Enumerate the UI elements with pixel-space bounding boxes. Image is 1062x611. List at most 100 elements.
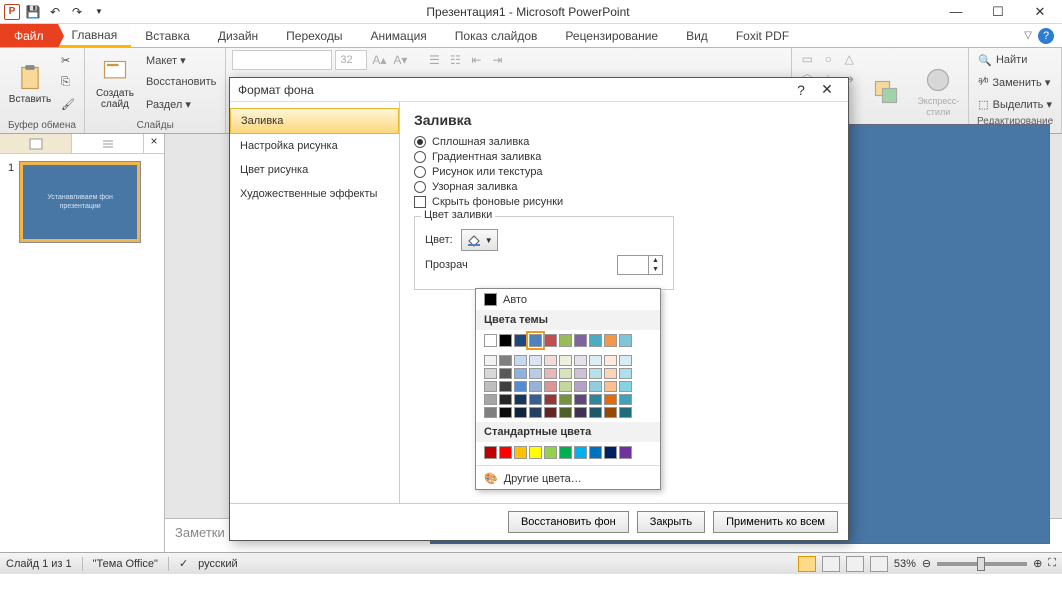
tint-swatch[interactable]: [529, 381, 542, 392]
tint-swatch[interactable]: [484, 368, 497, 379]
tint-swatch[interactable]: [619, 394, 632, 405]
paste-button[interactable]: Вставить: [6, 50, 54, 118]
tint-swatch[interactable]: [559, 381, 572, 392]
indent-dec-icon[interactable]: ⇤: [467, 51, 485, 69]
redo-icon[interactable]: ↷: [68, 3, 86, 21]
font-combo[interactable]: [232, 50, 332, 70]
tint-swatch[interactable]: [619, 355, 632, 366]
zoom-out-icon[interactable]: ⊖: [922, 557, 931, 570]
panel-close-icon[interactable]: ×: [144, 134, 164, 153]
status-language[interactable]: русский: [198, 558, 237, 570]
select-button[interactable]: ⬚Выделить ▾: [975, 94, 1055, 114]
minimize-button[interactable]: —: [944, 2, 968, 22]
dialog-help-icon[interactable]: ?: [788, 82, 814, 98]
indent-inc-icon[interactable]: ⇥: [488, 51, 506, 69]
tab-review[interactable]: Рецензирование: [551, 24, 672, 47]
theme-color-swatch[interactable]: [559, 334, 572, 347]
outline-tab[interactable]: [72, 134, 144, 153]
arrange-button[interactable]: [862, 50, 910, 133]
tint-swatch[interactable]: [589, 355, 602, 366]
cut-button[interactable]: ✂: [58, 50, 78, 70]
theme-color-swatch[interactable]: [619, 334, 632, 347]
theme-color-swatch[interactable]: [574, 334, 587, 347]
tint-swatch[interactable]: [529, 355, 542, 366]
tint-swatch[interactable]: [559, 355, 572, 366]
tint-swatch[interactable]: [529, 368, 542, 379]
zoom-slider[interactable]: [937, 562, 1027, 566]
tint-swatch[interactable]: [619, 381, 632, 392]
opt-pattern[interactable]: Узорная заливка: [414, 181, 834, 193]
reading-view-button[interactable]: [846, 556, 864, 572]
help-icon[interactable]: ?: [1038, 28, 1054, 44]
std-color-swatch[interactable]: [574, 446, 587, 459]
zoom-in-icon[interactable]: ⊕: [1033, 557, 1042, 570]
theme-color-swatch[interactable]: [484, 334, 497, 347]
replace-button[interactable]: ᵃ⁄ᵇЗаменить ▾: [975, 72, 1055, 92]
layout-button[interactable]: Макет ▾: [143, 50, 219, 70]
std-color-swatch[interactable]: [559, 446, 572, 459]
tint-swatch[interactable]: [544, 407, 557, 418]
tint-swatch[interactable]: [499, 368, 512, 379]
file-tab[interactable]: Файл: [0, 24, 58, 47]
tab-insert[interactable]: Вставка: [131, 24, 204, 47]
tint-swatch[interactable]: [589, 381, 602, 392]
maximize-button[interactable]: ☐: [986, 2, 1010, 22]
cat-picture-color[interactable]: Цвет рисунка: [230, 158, 399, 182]
opt-solid[interactable]: Сплошная заливка: [414, 136, 834, 148]
numbering-icon[interactable]: ☷: [446, 51, 464, 69]
reset-bg-button[interactable]: Восстановить фон: [508, 511, 629, 533]
tint-swatch[interactable]: [514, 355, 527, 366]
tint-swatch[interactable]: [589, 368, 602, 379]
tab-slideshow[interactable]: Показ слайдов: [441, 24, 552, 47]
spellcheck-icon[interactable]: ✓: [179, 557, 188, 570]
bullets-icon[interactable]: ☰: [425, 51, 443, 69]
tint-swatch[interactable]: [604, 407, 617, 418]
std-color-swatch[interactable]: [604, 446, 617, 459]
theme-color-swatch[interactable]: [544, 334, 557, 347]
tint-swatch[interactable]: [514, 407, 527, 418]
tint-swatch[interactable]: [499, 355, 512, 366]
std-color-swatch[interactable]: [529, 446, 542, 459]
std-color-swatch[interactable]: [589, 446, 602, 459]
tab-home[interactable]: Главная: [58, 24, 132, 47]
color-picker-button[interactable]: ▼: [461, 229, 498, 251]
zoom-value[interactable]: 53%: [894, 558, 916, 570]
copy-button[interactable]: ⎘: [58, 72, 78, 92]
tint-swatch[interactable]: [604, 394, 617, 405]
dialog-close-icon[interactable]: ✕: [814, 81, 840, 98]
opt-gradient[interactable]: Градиентная заливка: [414, 151, 834, 163]
std-color-swatch[interactable]: [544, 446, 557, 459]
theme-color-swatch[interactable]: [589, 334, 602, 347]
more-colors[interactable]: 🎨 Другие цвета…: [476, 468, 660, 489]
tint-swatch[interactable]: [604, 355, 617, 366]
tint-swatch[interactable]: [574, 381, 587, 392]
sorter-view-button[interactable]: [822, 556, 840, 572]
tint-swatch[interactable]: [529, 407, 542, 418]
color-auto[interactable]: Авто: [476, 289, 660, 310]
cat-fill[interactable]: Заливка: [230, 108, 399, 134]
cat-picture-corrections[interactable]: Настройка рисунка: [230, 134, 399, 158]
tint-swatch[interactable]: [499, 394, 512, 405]
tint-swatch[interactable]: [574, 407, 587, 418]
ribbon-collapse-icon[interactable]: ▽: [1024, 30, 1032, 41]
tint-swatch[interactable]: [574, 394, 587, 405]
tint-swatch[interactable]: [529, 394, 542, 405]
tint-swatch[interactable]: [619, 368, 632, 379]
std-color-swatch[interactable]: [499, 446, 512, 459]
fit-window-icon[interactable]: ⛶: [1048, 557, 1056, 570]
find-button[interactable]: 🔍Найти: [975, 50, 1055, 70]
quick-styles-button[interactable]: Экспресс-стили: [914, 50, 962, 133]
tint-swatch[interactable]: [589, 394, 602, 405]
tint-swatch[interactable]: [559, 394, 572, 405]
tint-swatch[interactable]: [619, 407, 632, 418]
tint-swatch[interactable]: [484, 355, 497, 366]
slideshow-view-button[interactable]: [870, 556, 888, 572]
tint-swatch[interactable]: [544, 381, 557, 392]
chk-hide-bg[interactable]: Скрыть фоновые рисунки: [414, 196, 834, 208]
tint-swatch[interactable]: [574, 355, 587, 366]
tint-swatch[interactable]: [514, 394, 527, 405]
tint-swatch[interactable]: [559, 407, 572, 418]
tint-swatch[interactable]: [484, 394, 497, 405]
slide-thumbnail[interactable]: Устанавливаем фон презентации: [20, 162, 140, 242]
tab-design[interactable]: Дизайн: [204, 24, 272, 47]
